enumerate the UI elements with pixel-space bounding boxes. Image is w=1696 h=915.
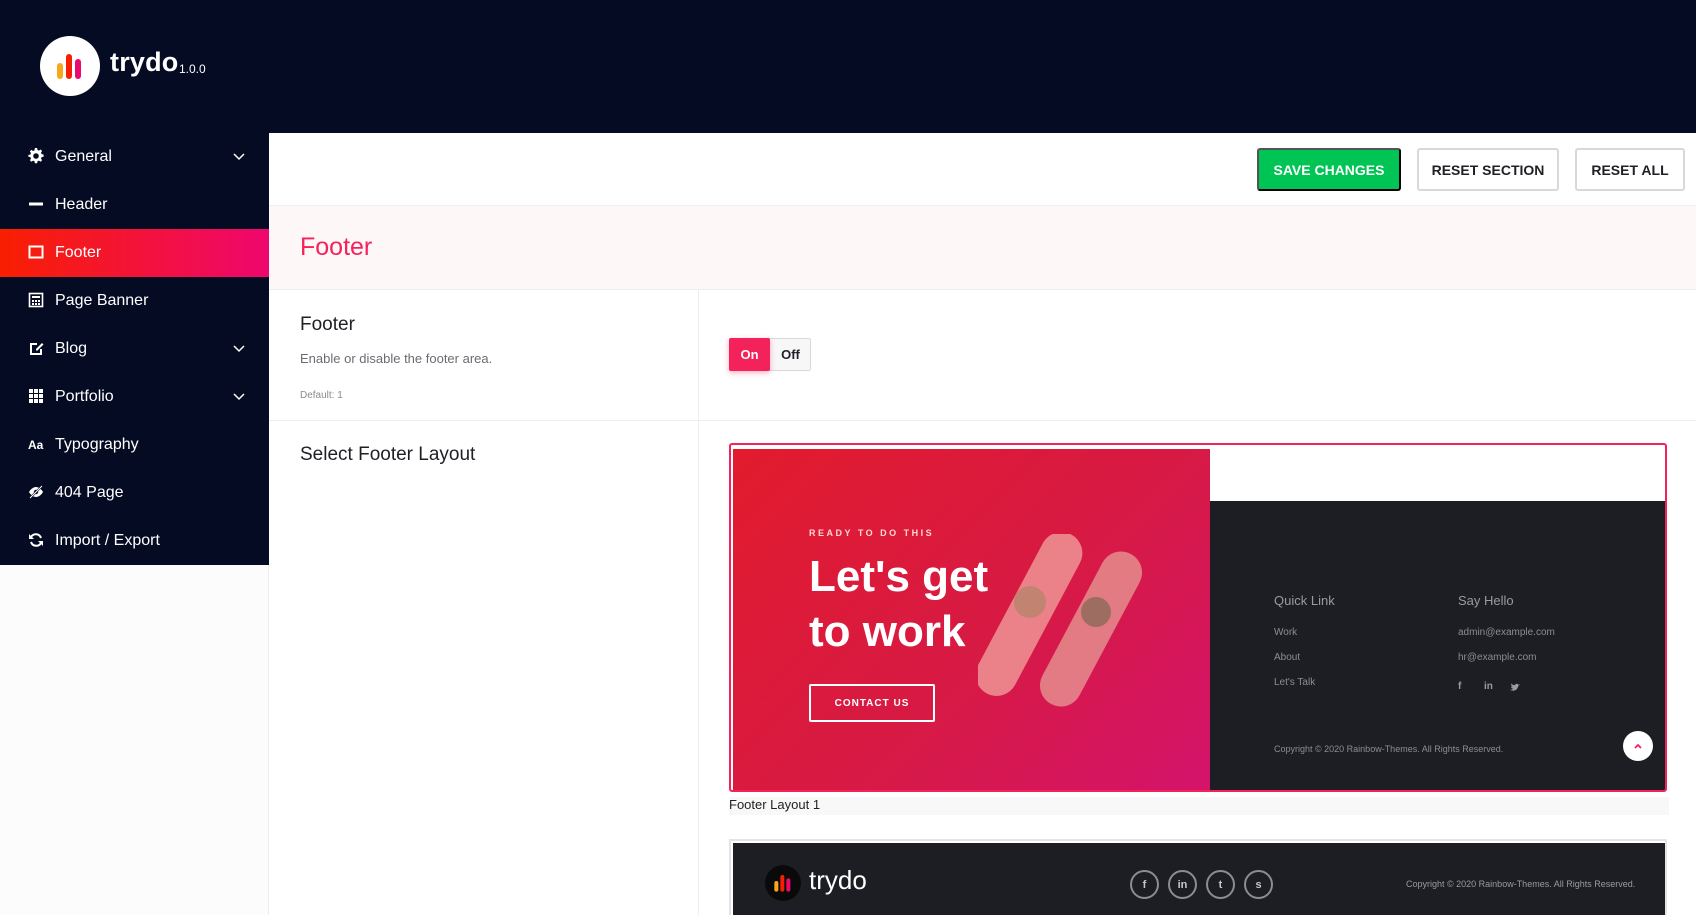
layout-1-ready-text: READY TO DO THIS <box>809 528 935 538</box>
layout-1-link-work: Work <box>1274 627 1298 638</box>
gear-icon <box>28 148 44 164</box>
eye-slash-icon <box>29 485 43 499</box>
layout-2-footer-panel: trydo f in t s Copyright © 2020 Rainbow-… <box>733 843 1665 915</box>
logo-bars-icon <box>774 875 791 892</box>
footer-layout-1-option[interactable]: READY TO DO THIS Let's get to work CONTA… <box>729 443 1667 792</box>
layout-1-contact-button: CONTACT US <box>809 684 935 722</box>
minus-icon <box>29 202 43 206</box>
chevron-down-icon <box>233 153 245 161</box>
linkedin-icon: in <box>1168 870 1197 899</box>
brand-name: trydo <box>110 47 179 77</box>
sidebar-item-404-page[interactable]: 404 Page <box>0 469 269 517</box>
chevron-down-icon <box>233 393 245 401</box>
linkedin-icon: in <box>1484 681 1493 692</box>
grid-icon <box>29 389 43 403</box>
sidebar-item-header[interactable]: Header <box>0 181 269 229</box>
sidebar-item-portfolio[interactable]: Portfolio <box>0 373 269 421</box>
footer-layout-2-option[interactable]: trydo f in t s Copyright © 2020 Rainbow-… <box>729 839 1667 915</box>
facebook-icon: f <box>1130 870 1159 899</box>
section-header <box>269 206 1696 290</box>
layout-1-say-hello-title: Say Hello <box>1458 593 1514 608</box>
font-icon: Aa <box>28 438 44 452</box>
chevron-down-icon <box>233 345 245 353</box>
layout-1-photo-shapes <box>978 534 1143 707</box>
layout-2-brand: trydo <box>809 865 867 895</box>
layout-1-email-admin: admin@example.com <box>1458 627 1555 638</box>
sidebar-item-label: Typography <box>55 436 139 453</box>
facebook-icon: f <box>1458 681 1462 692</box>
sidebar-item-page-banner[interactable]: Page Banner <box>0 277 269 325</box>
twitter-icon <box>1510 683 1521 691</box>
skype-icon: s <box>1244 870 1273 899</box>
svg-text:Aa: Aa <box>28 438 44 452</box>
footer-field-description: Enable or disable the footer area. <box>300 351 493 366</box>
layout-1-link-lets-talk: Let's Talk <box>1274 677 1316 688</box>
sidebar-item-import-export[interactable]: Import / Export <box>0 517 269 565</box>
sidebar-item-label: 404 Page <box>55 484 124 501</box>
column-divider <box>698 290 699 915</box>
edit-icon <box>30 343 44 355</box>
logo-bars-icon <box>57 54 81 79</box>
window-icon <box>28 245 44 259</box>
calculator-icon <box>28 292 44 308</box>
sidebar-item-blog[interactable]: Blog <box>0 325 269 373</box>
layout-1-email-hr: hr@example.com <box>1458 652 1537 663</box>
sidebar-item-label: General <box>55 148 112 165</box>
layout-1-quick-link-title: Quick Link <box>1274 593 1335 608</box>
layout-2-copyright: Copyright © 2020 Rainbow-Themes. All Rig… <box>1406 879 1636 889</box>
layout-1-copyright: Copyright © 2020 Rainbow-Themes. All Rig… <box>1274 744 1504 754</box>
sidebar-item-label: Portfolio <box>55 388 114 405</box>
top-header <box>0 0 1696 133</box>
footer-layout-1-caption: Footer Layout 1 <box>729 797 1669 815</box>
sidebar-item-general[interactable]: General <box>0 133 269 181</box>
sidebar-item-label: Footer <box>55 244 102 261</box>
sidebar-item-typography[interactable]: Aa Typography <box>0 421 269 469</box>
page-title: Footer <box>300 233 373 261</box>
scroll-up-button <box>1623 731 1653 761</box>
twitter-icon: t <box>1206 870 1235 899</box>
select-footer-layout-title: Select Footer Layout <box>300 444 476 465</box>
chevron-up-icon <box>1634 743 1642 749</box>
sidebar-item-label: Page Banner <box>55 292 149 309</box>
sidebar-item-label: Header <box>55 196 108 213</box>
footer-toggle-on[interactable]: On <box>729 338 770 371</box>
app-version: 1.0.0 <box>179 62 206 76</box>
sidebar-item-footer[interactable]: Footer <box>0 229 269 277</box>
save-changes-button[interactable]: SAVE CHANGES <box>1257 148 1401 191</box>
reset-all-button[interactable]: RESET ALL <box>1575 148 1685 191</box>
sidebar-item-label: Import / Export <box>55 532 160 549</box>
sidebar-empty-area <box>0 565 269 915</box>
reset-section-button[interactable]: RESET SECTION <box>1417 148 1559 191</box>
layout-1-link-about: About <box>1274 652 1301 663</box>
layout-1-cta-panel: READY TO DO THIS Let's get to work CONTA… <box>733 449 1210 790</box>
footer-field-title: Footer <box>300 314 355 335</box>
refresh-icon <box>29 533 43 547</box>
sidebar-item-label: Blog <box>55 340 88 357</box>
layout-1-footer-panel: Quick Link Work About Let's Talk Say Hel… <box>1210 501 1665 790</box>
footer-toggle-off[interactable]: Off <box>770 338 811 371</box>
footer-field-default: Default: 1 <box>300 390 343 401</box>
